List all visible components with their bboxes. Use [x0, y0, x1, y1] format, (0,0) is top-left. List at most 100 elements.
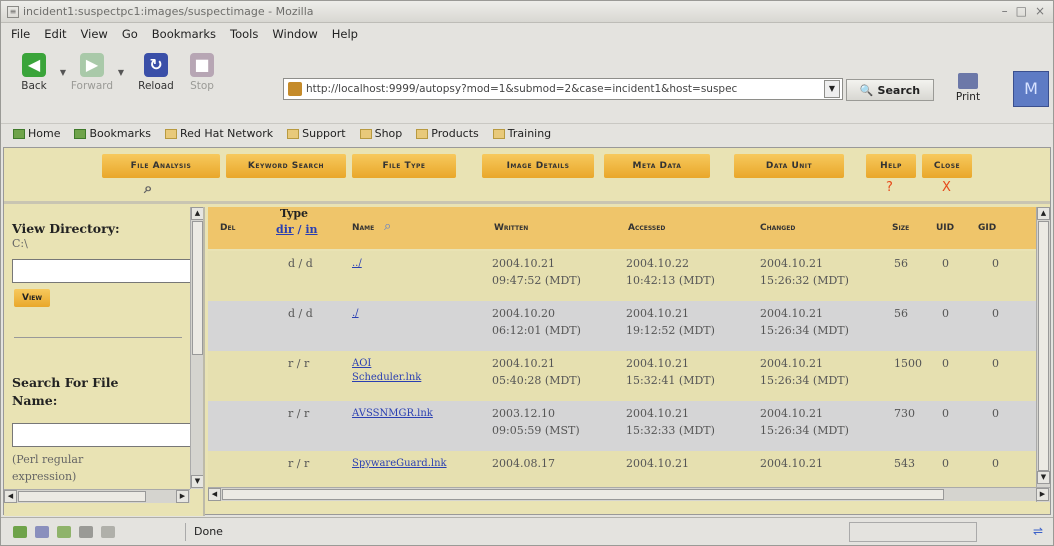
stop-button[interactable]: ■ Stop — [179, 52, 225, 92]
tab-data-unit[interactable]: Data Unit — [734, 154, 844, 178]
address-book-icon[interactable] — [79, 525, 93, 538]
back-label: Back — [21, 79, 47, 92]
file-name-link-2[interactable]: Scheduler.lnk — [352, 369, 421, 386]
close-window-icon[interactable]: × — [1035, 4, 1045, 18]
bookmarks-link[interactable]: Bookmarks — [74, 127, 151, 140]
col-changed[interactable]: Changed — [760, 223, 795, 233]
forward-arrow-icon: ▶ — [80, 52, 104, 77]
scroll-thumb[interactable] — [222, 489, 944, 500]
changed-time: 15:26:32 (MDT) — [760, 274, 849, 287]
col-uid[interactable]: UID — [936, 223, 954, 233]
main-horizontal-scrollbar[interactable]: ◀ ▶ — [208, 487, 1050, 501]
file-name-link[interactable]: ./ — [352, 305, 359, 322]
tab-meta-data[interactable]: Meta Data — [604, 154, 710, 178]
navigator-icon[interactable] — [13, 525, 27, 538]
menu-tools[interactable]: Tools — [230, 27, 258, 41]
tab-file-type[interactable]: File Type — [352, 154, 456, 178]
col-written[interactable]: Written — [494, 223, 528, 233]
reload-button[interactable]: ↻ Reload — [133, 52, 179, 92]
maximize-icon[interactable]: □ — [1016, 4, 1027, 18]
search-label: Search — [877, 83, 921, 97]
back-dropdown-icon[interactable]: ▼ — [57, 68, 69, 77]
tab-keyword-search[interactable]: Keyword Search — [226, 154, 346, 178]
file-name-link[interactable]: ../ — [352, 255, 362, 272]
redhat-icon — [164, 128, 177, 139]
tab-help[interactable]: Help? — [866, 154, 916, 195]
print-button[interactable]: Print — [945, 73, 991, 103]
scroll-thumb[interactable] — [192, 221, 203, 355]
type-dir-link[interactable]: dir — [276, 223, 294, 236]
scroll-left-icon[interactable]: ◀ — [208, 488, 221, 501]
scroll-down-icon[interactable]: ▼ — [191, 475, 203, 488]
accessed-time: 19:12:52 (MDT) — [626, 324, 715, 337]
tab-image-details[interactable]: Image Details — [482, 154, 594, 178]
changed-time: 15:26:34 (MDT) — [760, 324, 849, 337]
directory-input[interactable] — [12, 259, 194, 283]
support-link[interactable]: Support — [287, 127, 346, 140]
site-icon — [288, 82, 302, 96]
size-cell: 543 — [894, 457, 915, 470]
view-button[interactable]: View — [14, 289, 50, 307]
filename-search-input[interactable] — [12, 423, 194, 447]
tab-close[interactable]: Close X — [922, 154, 972, 195]
left-vertical-scrollbar[interactable]: ▲ ▼ — [190, 207, 203, 489]
tab-frame: File Analysis ⌕ Keyword Search File Type … — [4, 148, 1050, 204]
window-menu-icon[interactable]: ≡ — [7, 5, 19, 18]
col-accessed[interactable]: Accessed — [628, 223, 665, 233]
col-type: Type — [280, 207, 309, 220]
forward-dropdown-icon[interactable]: ▼ — [115, 68, 127, 77]
menu-go[interactable]: Go — [122, 27, 138, 41]
menu-bookmarks[interactable]: Bookmarks — [152, 27, 216, 41]
col-del[interactable]: Del — [220, 223, 235, 233]
url-bar[interactable]: http://localhost:9999/autopsy?mod=1&subm… — [283, 78, 843, 100]
col-gid[interactable]: GID — [978, 223, 996, 233]
name-search-icon[interactable]: ⌕ — [384, 219, 391, 234]
back-button[interactable]: ◀ Back — [11, 52, 57, 92]
title-bar: ≡ incident1:suspectpc1:images/suspectima… — [1, 1, 1053, 23]
training-link[interactable]: Training — [492, 127, 552, 140]
scroll-right-icon[interactable]: ▶ — [176, 490, 189, 503]
scroll-thumb[interactable] — [18, 491, 146, 502]
mail-icon[interactable] — [35, 525, 49, 538]
redhat-link[interactable]: Red Hat Network — [164, 127, 273, 140]
file-name-link[interactable]: SpywareGuard.lnk — [352, 455, 447, 472]
col-size[interactable]: Size — [892, 223, 909, 233]
menu-edit[interactable]: Edit — [44, 27, 66, 41]
search-button[interactable]: 🔍 Search — [846, 79, 934, 101]
written-time: 05:40:28 (MDT) — [492, 374, 581, 387]
reload-label: Reload — [138, 79, 174, 92]
menu-window[interactable]: Window — [272, 27, 317, 41]
menu-view[interactable]: View — [81, 27, 108, 41]
scroll-down-icon[interactable]: ▼ — [1037, 471, 1050, 484]
throbber-icon[interactable]: M — [1013, 71, 1049, 107]
url-dropdown-icon[interactable]: ▼ — [824, 80, 840, 98]
file-list-frame: Del Type dir / in Name ⌕ Written Accesse… — [208, 207, 1050, 502]
tab-file-analysis[interactable]: File Analysis ⌕ — [102, 154, 220, 197]
home-link[interactable]: Home — [13, 127, 60, 140]
minimize-icon[interactable]: – — [1002, 4, 1008, 18]
shop-link[interactable]: Shop — [359, 127, 402, 140]
changed-date: 2004.10.21 — [760, 457, 823, 470]
scroll-up-icon[interactable]: ▲ — [191, 207, 203, 220]
type-in-link[interactable]: in — [305, 223, 317, 236]
products-link[interactable]: Products — [416, 127, 479, 140]
left-horizontal-scrollbar[interactable]: ◀ ▶ — [4, 489, 190, 503]
page-content: File Analysis ⌕ Keyword Search File Type … — [3, 147, 1051, 516]
scroll-right-icon[interactable]: ▶ — [1036, 488, 1049, 501]
menu-help[interactable]: Help — [332, 27, 358, 41]
training-label: Training — [507, 127, 552, 140]
scroll-thumb[interactable] — [1038, 221, 1049, 471]
forward-button[interactable]: ▶ Forward — [69, 52, 115, 92]
products-label: Products — [431, 127, 479, 140]
changed-date: 2004.10.21 — [760, 307, 823, 320]
file-name-link[interactable]: AVSSNMGR.lnk — [352, 405, 433, 422]
changed-time: 15:26:34 (MDT) — [760, 424, 849, 437]
main-vertical-scrollbar[interactable]: ▲ ▼ — [1036, 207, 1050, 502]
composer-icon[interactable] — [57, 525, 71, 538]
tab-label: Help — [880, 161, 902, 171]
scroll-up-icon[interactable]: ▲ — [1037, 207, 1050, 220]
irc-icon[interactable] — [101, 525, 115, 538]
menu-file[interactable]: File — [11, 27, 30, 41]
scroll-left-icon[interactable]: ◀ — [4, 490, 17, 503]
col-name[interactable]: Name — [352, 223, 374, 233]
